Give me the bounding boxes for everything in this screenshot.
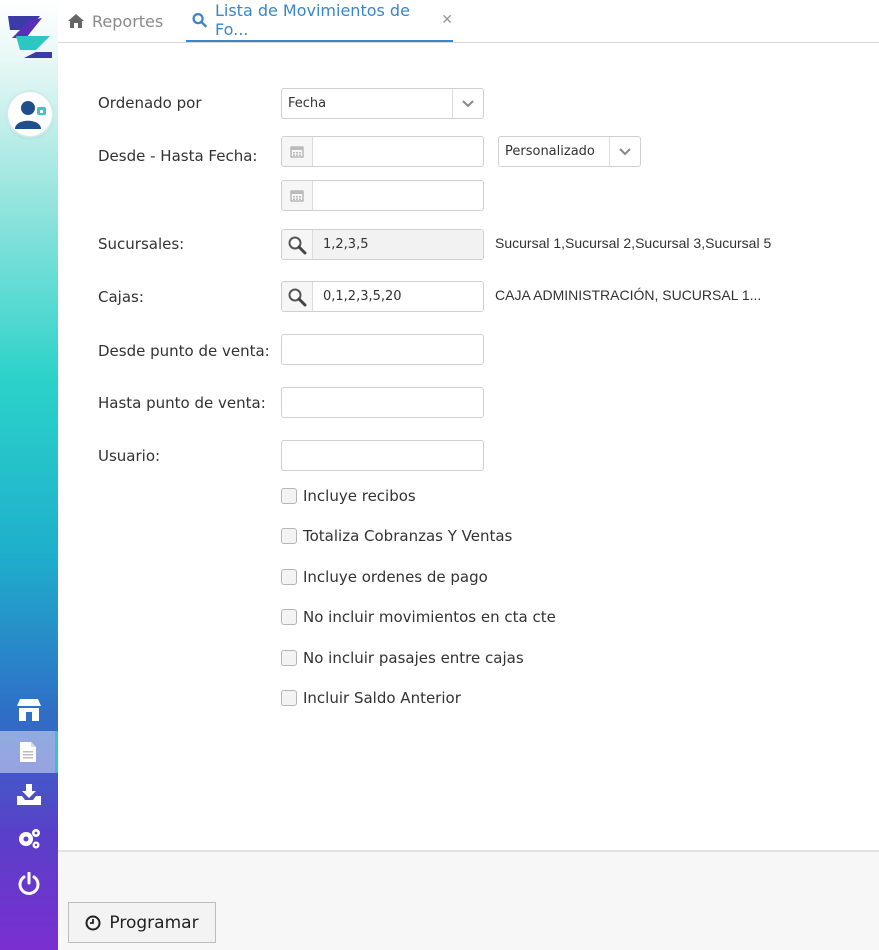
usuario-label: Usuario:: [98, 447, 161, 465]
check-label: No incluir pasajes entre cajas: [303, 649, 524, 667]
check-incluye-recibos[interactable]: Incluye recibos: [281, 487, 416, 505]
check-label: Incluye ordenes de pago: [303, 568, 488, 586]
rango-fecha-value: Personalizado: [505, 144, 595, 159]
chevron-down-icon: [609, 137, 640, 166]
sidebar-settings[interactable]: [0, 818, 58, 860]
chevron-down-icon: [452, 89, 483, 118]
ordenado-por-value: Fecha: [288, 96, 327, 111]
desde-punto-label: Desde punto de venta:: [98, 342, 270, 360]
sucursales-value: 1,2,3,5: [313, 230, 483, 259]
fecha-hasta-value: [313, 181, 483, 210]
checkbox[interactable]: [281, 650, 297, 666]
cajas-description: CAJA ADMINISTRACIÓN, SUCURSAL 1...: [495, 287, 762, 303]
calendar-icon[interactable]: [282, 137, 313, 166]
sucursales-label: Sucursales:: [98, 235, 185, 253]
check-label: Incluye recibos: [303, 487, 416, 505]
checkbox[interactable]: [281, 528, 297, 544]
tab-lista-label: Lista de Movimientos de Fo...: [214, 1, 410, 39]
sidebar: [0, 0, 58, 950]
cajas-input[interactable]: 0,1,2,3,5,20: [281, 281, 484, 312]
checkbox[interactable]: [281, 569, 297, 585]
hasta-punto-input[interactable]: [281, 387, 484, 418]
sidebar-reports[interactable]: [0, 731, 58, 773]
fecha-desde-value: [313, 137, 483, 166]
check-incluir-saldo-anterior[interactable]: Incluir Saldo Anterior: [281, 689, 461, 707]
hasta-punto-label: Hasta punto de venta:: [98, 394, 266, 412]
checkbox[interactable]: [281, 488, 297, 504]
check-label: No incluir movimientos en cta cte: [303, 608, 556, 626]
tab-lista-movimientos[interactable]: Lista de Movimientos de Fo... ✕: [186, 0, 453, 42]
tab-bar: Reportes Lista de Movimientos de Fo... ✕: [58, 0, 879, 43]
fecha-desde-input[interactable]: [281, 136, 484, 167]
app-logo-icon[interactable]: [6, 12, 54, 60]
clock-icon: [85, 915, 101, 930]
store-icon: [17, 699, 41, 721]
check-label: Totaliza Cobranzas Y Ventas: [303, 527, 513, 545]
magnifier-icon[interactable]: [282, 282, 313, 311]
search-icon: [192, 12, 207, 28]
ordenado-por-select[interactable]: Fecha: [281, 88, 484, 119]
cajas-value: 0,1,2,3,5,20: [323, 289, 402, 304]
fecha-label: Desde - Hasta Fecha:: [98, 147, 258, 165]
cajas-label: Cajas:: [98, 288, 144, 306]
user-avatar[interactable]: [8, 92, 52, 136]
rango-fecha-select[interactable]: Personalizado: [498, 136, 641, 167]
checkbox[interactable]: [281, 609, 297, 625]
calendar-icon[interactable]: [282, 181, 313, 210]
check-no-incluir-cta-cte[interactable]: No incluir movimientos en cta cte: [281, 608, 556, 626]
desde-punto-input[interactable]: [281, 334, 484, 365]
usuario-input[interactable]: [281, 440, 484, 471]
magnifier-icon[interactable]: [282, 230, 313, 259]
sidebar-logout[interactable]: [0, 863, 58, 905]
programar-button[interactable]: Programar: [68, 902, 216, 943]
footer-divider: [58, 850, 879, 852]
check-no-incluir-pasajes[interactable]: No incluir pasajes entre cajas: [281, 649, 524, 667]
sucursales-description: Sucursal 1,Sucursal 2,Sucursal 3,Sucursa…: [495, 235, 772, 251]
power-icon: [18, 872, 40, 895]
close-icon[interactable]: ✕: [441, 12, 453, 28]
check-totaliza-cobranzas[interactable]: Totaliza Cobranzas Y Ventas: [281, 527, 512, 545]
sucursales-input[interactable]: 1,2,3,5: [281, 229, 484, 260]
home-icon: [68, 14, 84, 28]
sidebar-store[interactable]: [0, 689, 58, 731]
download-tray-icon: [17, 784, 41, 805]
sidebar-download[interactable]: [0, 774, 58, 816]
checkbox[interactable]: [281, 690, 297, 706]
tab-reportes[interactable]: Reportes: [68, 0, 163, 42]
tab-reportes-label: Reportes: [92, 11, 164, 31]
programar-label: Programar: [109, 912, 199, 933]
check-label: Incluir Saldo Anterior: [303, 689, 461, 707]
fecha-hasta-input[interactable]: [281, 180, 484, 211]
ordenado-por-label: Ordenado por: [98, 94, 202, 112]
user-icon: [15, 101, 46, 129]
check-incluye-ordenes-pago[interactable]: Incluye ordenes de pago: [281, 568, 488, 586]
document-icon: [19, 742, 36, 762]
gears-icon: [19, 829, 40, 849]
